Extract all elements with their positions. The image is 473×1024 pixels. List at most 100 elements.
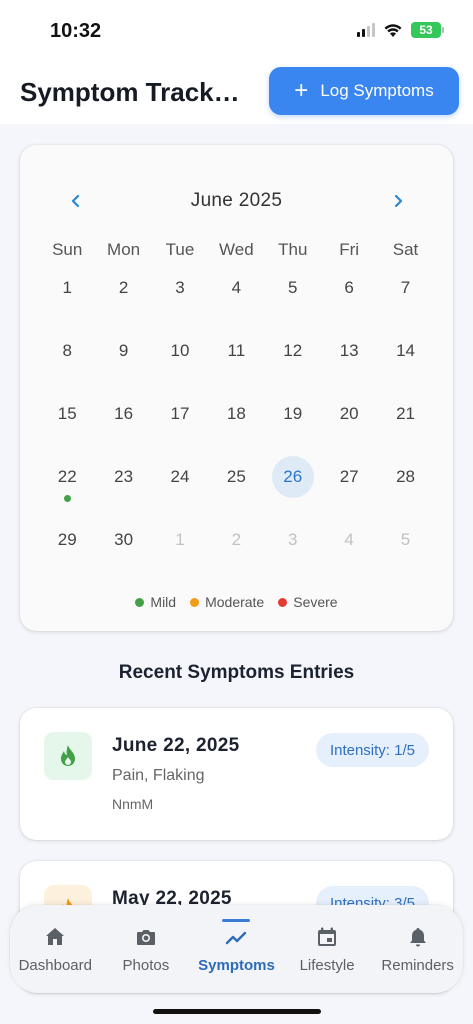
calendar-nav: June 2025	[20, 189, 453, 213]
calendar-day-next-month: 2	[231, 530, 242, 549]
status-time: 10:32	[50, 20, 102, 42]
tab-label: Photos	[122, 957, 170, 974]
status-icons: 53	[357, 22, 444, 38]
calendar-day[interactable]: 2	[95, 267, 151, 309]
calendar-day[interactable]: 11	[208, 330, 264, 372]
calendar-day-next-month: 1	[175, 530, 185, 549]
legend-label: Moderate	[205, 594, 265, 610]
tab-reminders[interactable]: Reminders	[374, 925, 462, 974]
bottom-tab-bar: Dashboard Photos Symptoms Lifestyle Remi…	[10, 905, 463, 993]
legend-item-severe: Severe	[278, 594, 338, 610]
entry-symptoms: Pain, Flaking	[112, 767, 205, 784]
page-title: Symptom Tracking	[20, 77, 240, 107]
legend-item-mild: Mild	[135, 594, 176, 610]
weekday-header: Sun Mon Tue Wed Thu Fri Sat	[39, 240, 434, 260]
camera-icon	[136, 930, 155, 945]
calendar-week-row: 22 23 24 25 26 27 28	[39, 456, 434, 502]
calendar-day[interactable]: 10	[152, 330, 208, 372]
calendar-week-row: 29 30 1 2 3 4 5	[39, 519, 434, 561]
calendar-day[interactable]: 25	[208, 456, 264, 498]
moderate-dot-icon	[190, 597, 200, 607]
chevron-right-icon	[394, 194, 403, 208]
legend-label: Mild	[150, 594, 177, 610]
weekday-label: Wed	[219, 240, 254, 259]
calendar-day[interactable]: 13	[321, 330, 377, 372]
calendar-day[interactable]: 12	[265, 330, 321, 372]
intensity-badge: Intensity: 1/5	[315, 733, 429, 767]
calendar-day[interactable]: 27	[321, 456, 377, 498]
calendar-day[interactable]: 15	[39, 393, 95, 435]
calendar-day[interactable]: 30	[95, 519, 151, 561]
severe-dot-icon	[278, 597, 288, 607]
tab-label: Dashboard	[18, 957, 92, 974]
battery-icon: 53	[411, 22, 444, 38]
calendar-day[interactable]: 29	[39, 519, 95, 561]
log-symptoms-label: Log Symptoms	[320, 81, 434, 100]
calendar-day[interactable]: 18	[208, 393, 264, 435]
tab-lifestyle[interactable]: Lifestyle	[283, 925, 371, 974]
calendar-week-row: 15 16 17 18 19 20 21	[39, 393, 434, 435]
calendar-day[interactable]: 4	[208, 267, 264, 309]
calendar-day-today[interactable]: 26	[265, 456, 321, 498]
chevron-left-icon	[71, 194, 80, 208]
calendar-day[interactable]: 23	[95, 456, 151, 498]
calendar-day[interactable]: 17	[152, 393, 208, 435]
calendar-day[interactable]: 7	[377, 267, 433, 309]
tab-photos[interactable]: Photos	[102, 925, 190, 974]
cellular-signal-icon	[357, 23, 375, 37]
tab-symptoms[interactable]: Symptoms	[192, 919, 280, 974]
tab-label: Reminders	[381, 957, 454, 974]
calendar-week-row: 8 9 10 11 12 13 14	[39, 330, 434, 372]
calendar-day-next-month: 3	[288, 530, 298, 549]
weekday-label: Sat	[392, 240, 419, 259]
previous-month-button[interactable]	[64, 189, 88, 213]
plus-icon: +	[294, 77, 309, 104]
calendar-icon	[318, 927, 337, 946]
calendar-day[interactable]: 16	[95, 393, 151, 435]
tab-label: Lifestyle	[299, 957, 355, 974]
calendar-day[interactable]: 20	[321, 393, 377, 435]
home-icon	[46, 928, 65, 945]
home-indicator	[153, 1009, 321, 1014]
wifi-icon	[384, 23, 402, 37]
calendar-day-next-month: 4	[344, 530, 354, 549]
legend-label: Severe	[293, 594, 338, 610]
active-tab-indicator	[222, 919, 251, 922]
calendar-day[interactable]: 8	[39, 330, 95, 372]
weekday-label: Mon	[107, 240, 141, 259]
calendar-day-number: 22	[57, 467, 77, 486]
tab-dashboard[interactable]: Dashboard	[11, 925, 99, 974]
calendar-day[interactable]: 24	[152, 456, 208, 498]
calendar-day[interactable]: 21	[377, 393, 433, 435]
next-month-button[interactable]	[386, 189, 410, 213]
symptom-entry-card[interactable]: June 22, 2025 Pain, Flaking NnmM Intensi…	[20, 708, 453, 840]
calendar-day[interactable]: 5	[265, 267, 321, 309]
tab-label: Symptoms	[198, 957, 275, 974]
calendar-day[interactable]: 28	[377, 456, 433, 498]
calendar-day-number: 26	[283, 467, 303, 486]
recent-entries-heading: Recent Symptoms Entries	[118, 662, 355, 683]
calendar-day[interactable]: 19	[265, 393, 321, 435]
calendar-day[interactable]: 3	[152, 267, 208, 309]
flame-icon	[44, 732, 92, 780]
weekday-label: Tue	[165, 240, 195, 259]
bell-icon	[409, 928, 426, 947]
calendar-week-row: 1 2 3 4 5 6 7	[39, 267, 434, 309]
calendar-day[interactable]: 1	[39, 267, 95, 309]
severity-legend: Mild Moderate Severe	[20, 594, 453, 610]
calendar-day[interactable]: 6	[321, 267, 377, 309]
weekday-label: Thu	[278, 240, 308, 259]
calendar-day[interactable]: 9	[95, 330, 151, 372]
calendar-day-with-entry[interactable]: 22	[39, 456, 95, 502]
calendar-day[interactable]: 14	[377, 330, 433, 372]
entry-notes: NnmM	[112, 796, 154, 812]
legend-item-moderate: Moderate	[190, 594, 264, 610]
status-bar: 10:32 53	[0, 0, 473, 62]
trend-icon	[226, 931, 247, 945]
mild-entry-dot	[63, 495, 71, 502]
mild-dot-icon	[135, 597, 145, 607]
weekday-label: Sun	[52, 240, 83, 259]
log-symptoms-button[interactable]: + Log Symptoms	[269, 67, 459, 115]
app-header: Symptom Tracking + Log Symptoms	[0, 62, 473, 124]
calendar-card: June 2025 Sun Mon Tue Wed Thu Fri Sat 1 …	[20, 145, 453, 631]
